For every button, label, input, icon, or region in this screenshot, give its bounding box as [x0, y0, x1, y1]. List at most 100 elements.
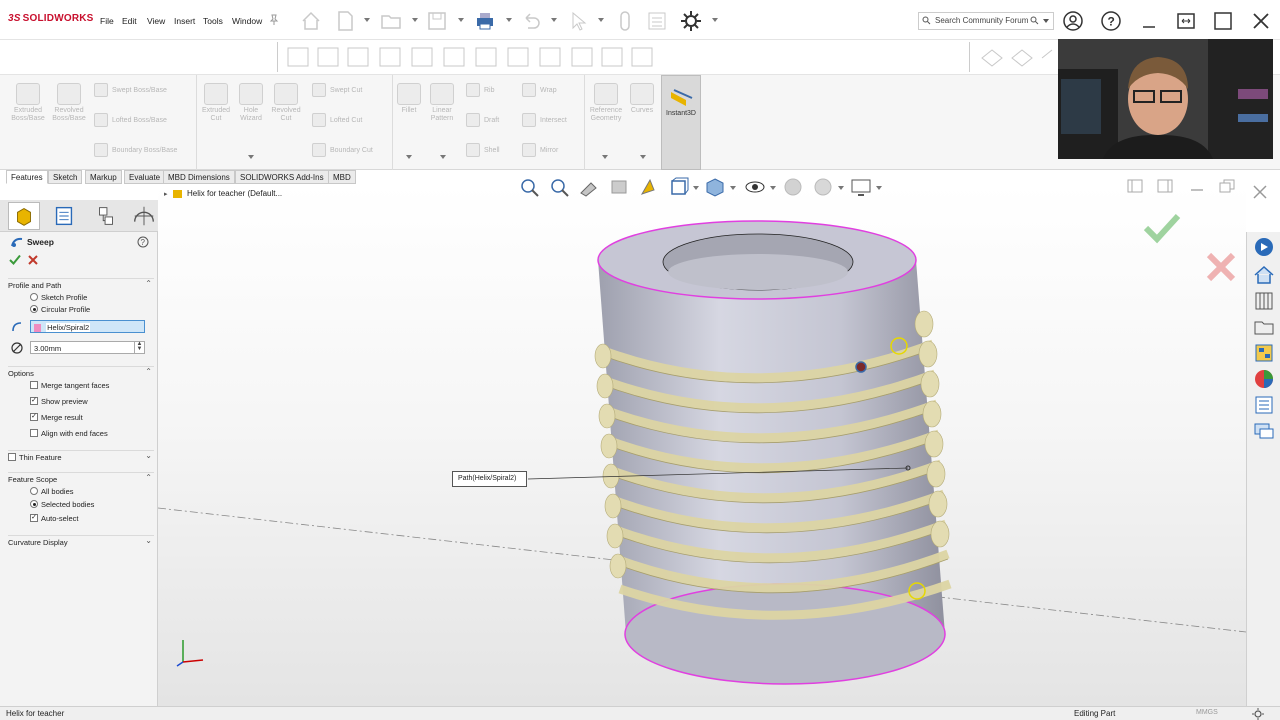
tab-features[interactable]: Features	[6, 170, 48, 184]
hide-show-caret[interactable]	[770, 186, 776, 190]
print-dropdown-caret[interactable]	[506, 18, 512, 22]
zoom-to-fit-icon[interactable]	[518, 176, 540, 198]
user-account-icon[interactable]	[1062, 10, 1084, 32]
viewport-minimize-icon[interactable]	[1188, 178, 1206, 194]
view-orientation-caret[interactable]	[693, 186, 699, 190]
tile-view-right-icon[interactable]	[1156, 178, 1174, 194]
new-dropdown-caret[interactable]	[364, 18, 370, 22]
boundary-boss-button[interactable]: Boundary Boss/Base	[94, 143, 177, 157]
gear-icon[interactable]	[680, 10, 702, 32]
undo-dropdown-caret[interactable]	[551, 18, 557, 22]
revolved-boss-button[interactable]: Revolved Boss/Base	[50, 83, 88, 123]
checkbox-icon[interactable]	[8, 453, 16, 462]
display-style-icon[interactable]	[704, 176, 726, 198]
configuration-manager-tab-icon[interactable]	[90, 202, 122, 230]
hole-wizard-button[interactable]: Hole Wizard	[234, 83, 268, 123]
open-dropdown-caret[interactable]	[412, 18, 418, 22]
feature-manager-tab-icon[interactable]	[8, 202, 40, 230]
feature-tree-root[interactable]: ▸ Helix for teacher (Default...	[164, 189, 282, 198]
close-icon[interactable]	[1250, 10, 1272, 32]
rib-button[interactable]: Rib	[466, 83, 495, 97]
file-explorer-icon[interactable]	[1253, 290, 1275, 312]
search-input[interactable]: Search Community Forum	[918, 12, 1054, 30]
previous-view-icon[interactable]	[578, 176, 600, 198]
pattern-dropdown-caret[interactable]	[440, 155, 446, 159]
view-palette-folder-icon[interactable]	[1253, 316, 1275, 338]
model-view[interactable]	[158, 184, 1246, 706]
pm-help-icon[interactable]: ?	[137, 236, 149, 248]
restore-icon[interactable]	[1175, 10, 1197, 32]
menu-view[interactable]: View	[147, 16, 165, 26]
forum-icon[interactable]	[1253, 420, 1275, 442]
view-settings-icon[interactable]	[850, 176, 872, 198]
confirm-cancel-icon[interactable]	[1204, 250, 1238, 284]
tab-markup[interactable]: Markup	[85, 170, 122, 184]
show-preview-checkbox[interactable]: ✓ Show preview	[30, 397, 88, 406]
menu-insert[interactable]: Insert	[174, 16, 195, 26]
zoom-to-area-icon[interactable]	[548, 176, 570, 198]
new-document-icon[interactable]	[334, 10, 356, 32]
curvature-display-header[interactable]: Curvature Display ⌄	[8, 535, 154, 547]
path-selection-field[interactable]: Helix/Spiral2	[30, 320, 145, 333]
tab-solidworks-addins[interactable]: SOLIDWORKS Add-Ins	[235, 170, 329, 184]
circular-profile-radio[interactable]: Circular Profile	[30, 305, 90, 314]
options-dropdown-caret[interactable]	[712, 18, 718, 22]
view-settings-caret[interactable]	[876, 186, 882, 190]
revolved-cut-button[interactable]: Revolved Cut	[268, 83, 304, 123]
path-callout[interactable]: Path(Helix/Spiral2)	[452, 471, 527, 487]
curves-button[interactable]: Curves	[628, 83, 656, 115]
fillet-button[interactable]: Fillet	[396, 83, 422, 115]
status-units[interactable]: MMGS	[1196, 709, 1218, 716]
view-orientation-icon[interactable]	[668, 176, 690, 198]
tab-mbd-dimensions[interactable]: MBD Dimensions	[163, 170, 235, 184]
auto-select-checkbox[interactable]: ✓ Auto-select	[30, 514, 79, 523]
instant3d-button[interactable]: Instant3D	[661, 75, 701, 170]
tile-view-left-icon[interactable]	[1126, 178, 1144, 194]
dynamic-annotation-icon[interactable]	[638, 176, 660, 198]
diameter-spinner[interactable]: ▲ ▼	[134, 341, 144, 353]
tab-mbd[interactable]: MBD	[328, 170, 356, 184]
print-icon[interactable]	[474, 10, 496, 32]
search-go-icon[interactable]	[1030, 16, 1039, 25]
rebuild-icon[interactable]	[614, 10, 636, 32]
status-settings-icon[interactable]	[1252, 708, 1264, 720]
graphics-area[interactable]: ▸ Helix for teacher (Default... Path(Hel…	[158, 177, 1246, 706]
boundary-cut-button[interactable]: Boundary Cut	[312, 143, 373, 157]
all-bodies-radio[interactable]: All bodies	[30, 487, 74, 496]
menu-edit[interactable]: Edit	[122, 16, 137, 26]
options-header[interactable]: Options ⌃	[8, 366, 154, 378]
hole-dropdown-caret[interactable]	[248, 155, 254, 159]
linear-pattern-button[interactable]: Linear Pattern	[424, 83, 460, 123]
expand-arrow-icon[interactable]: ▸	[164, 191, 168, 198]
view-palette-icon[interactable]	[1253, 342, 1275, 364]
app-logo[interactable]: 3S SOLIDWORKS	[8, 13, 94, 24]
refgeom-dropdown-caret[interactable]	[602, 155, 608, 159]
custom-properties-icon[interactable]	[1253, 394, 1275, 416]
extruded-cut-button[interactable]: Extruded Cut	[198, 83, 234, 123]
tab-sketch[interactable]: Sketch	[48, 170, 83, 184]
open-folder-icon[interactable]	[380, 10, 402, 32]
home-icon[interactable]	[300, 10, 322, 32]
select-dropdown-caret[interactable]	[598, 18, 604, 22]
search-dropdown-caret[interactable]	[1043, 19, 1049, 23]
property-manager-tab-icon[interactable]	[48, 202, 80, 230]
edit-appearance-icon[interactable]	[782, 176, 804, 198]
section-view-icon[interactable]	[608, 176, 630, 198]
reference-geometry-button[interactable]: Reference Geometry	[586, 83, 626, 123]
shell-button[interactable]: Shell	[466, 143, 500, 157]
file-properties-icon[interactable]	[646, 10, 668, 32]
lofted-cut-button[interactable]: Lofted Cut	[312, 113, 362, 127]
sketch-profile-radio[interactable]: Sketch Profile	[30, 293, 87, 302]
menu-tools[interactable]: Tools	[203, 16, 223, 26]
merge-tangent-faces-checkbox[interactable]: Merge tangent faces	[30, 381, 109, 390]
hide-show-items-icon[interactable]	[744, 176, 766, 198]
intersect-button[interactable]: Intersect	[522, 113, 567, 127]
design-library-icon[interactable]	[1253, 264, 1275, 286]
profile-and-path-header[interactable]: Profile and Path ⌃	[8, 278, 154, 290]
lofted-boss-button[interactable]: Lofted Boss/Base	[94, 113, 167, 127]
mirror-button[interactable]: Mirror	[522, 143, 558, 157]
dimxpert-manager-tab-icon[interactable]	[128, 202, 160, 230]
maximize-icon[interactable]	[1212, 10, 1234, 32]
curves-dropdown-caret[interactable]	[640, 155, 646, 159]
menu-file[interactable]: File	[100, 16, 114, 26]
